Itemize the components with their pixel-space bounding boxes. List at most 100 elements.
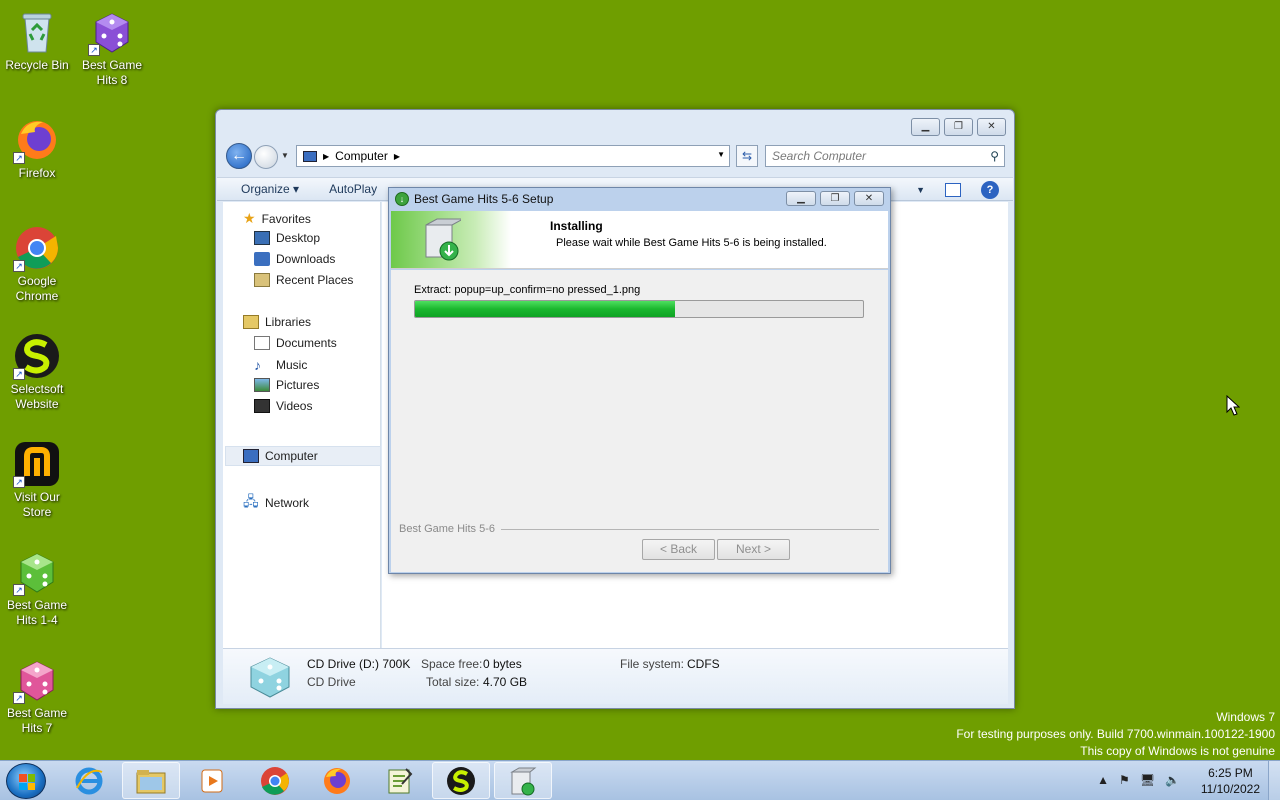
- setup-body: Extract: popup=up_confirm=no pressed_1.p…: [391, 270, 888, 572]
- taskbar-media-player[interactable]: [184, 762, 242, 799]
- nav-documents[interactable]: Documents: [254, 336, 337, 350]
- chrome-icon: [261, 766, 289, 795]
- firefox-icon: ↗: [13, 116, 61, 164]
- view-dropdown-icon[interactable]: ▼: [916, 185, 925, 195]
- videos-icon: [254, 399, 270, 413]
- space-free-label: Space free:: [421, 657, 483, 671]
- address-bar[interactable]: ▶ Computer ▶ ▼: [296, 145, 730, 167]
- search-icon: ⚲: [990, 149, 999, 163]
- breadcrumb-computer[interactable]: Computer: [335, 149, 388, 163]
- nav-music[interactable]: ♪ Music: [254, 357, 307, 373]
- desktop-icon-recycle-bin[interactable]: Recycle Bin: [0, 8, 74, 73]
- nav-downloads[interactable]: Downloads: [254, 252, 335, 266]
- taskbar-installer[interactable]: [494, 762, 552, 799]
- desktop-icon-google-chrome[interactable]: ↗ Google Chrome: [0, 224, 74, 304]
- desktop-icon-label: Best Game Hits 8: [81, 58, 143, 87]
- back-button[interactable]: < Back: [642, 539, 715, 560]
- show-hidden-icons-icon[interactable]: ▲: [1097, 773, 1109, 787]
- taskbar-notepad-app[interactable]: [370, 762, 428, 799]
- recent-pages-dropdown[interactable]: ▼: [281, 151, 289, 160]
- desktop-icon-label: Visit Our Store: [14, 490, 60, 519]
- nav-favorites[interactable]: ★ Favorites: [243, 210, 311, 227]
- desktop-icon-label: Firefox: [18, 166, 56, 180]
- search-placeholder: Search Computer: [772, 149, 867, 163]
- desktop-icon-label: Selectsoft Website: [10, 382, 64, 411]
- next-button[interactable]: Next >: [717, 539, 790, 560]
- folder-icon: [136, 769, 166, 793]
- network-status-icon[interactable]: 🖥: [1140, 773, 1155, 787]
- computer-icon: [243, 449, 259, 463]
- desktop-icon-visit-our-store[interactable]: ↗ Visit Our Store: [0, 440, 74, 520]
- setup-minimize-button[interactable]: ▁: [786, 191, 816, 206]
- desktop-icon-selectsoft-website[interactable]: ↗ Selectsoft Website: [0, 332, 74, 412]
- taskbar: ▲ ⚑ 🖥 🔈 6:25 PM 11/10/2022: [0, 760, 1280, 800]
- shortcut-arrow-icon: ↗: [13, 692, 25, 704]
- extract-status: Extract: popup=up_confirm=no pressed_1.p…: [414, 284, 641, 296]
- volume-icon[interactable]: 🔈: [1165, 773, 1180, 787]
- nav-computer[interactable]: Computer: [243, 449, 318, 463]
- setup-maximize-button[interactable]: ❐: [820, 191, 850, 206]
- address-dropdown-icon[interactable]: ▼: [717, 150, 725, 159]
- clock-date: 11/10/2022: [1200, 782, 1260, 796]
- file-system-value: CDFS: [687, 657, 720, 671]
- nav-network[interactable]: 🖧 Network: [243, 491, 309, 515]
- shortcut-arrow-icon: ↗: [13, 476, 25, 488]
- navigation-pane: ★ Favorites Desktop Downloads Recent Pla…: [223, 202, 381, 648]
- start-button[interactable]: [6, 763, 46, 799]
- progress-bar: [414, 300, 864, 318]
- minimize-button[interactable]: ▁: [911, 118, 940, 136]
- desktop-icon-best-game-hits-7[interactable]: ↗ Best Game Hits 7: [0, 656, 74, 736]
- nav-desktop[interactable]: Desktop: [254, 231, 320, 245]
- close-button[interactable]: ✕: [977, 118, 1006, 136]
- show-desktop-button[interactable]: [1268, 761, 1280, 800]
- nav-videos[interactable]: Videos: [254, 399, 312, 413]
- pictures-icon: [254, 378, 270, 392]
- setup-heading: Installing: [550, 219, 603, 233]
- windows-logo-icon: [19, 774, 35, 790]
- setup-app-icon: ↓: [395, 192, 409, 206]
- back-button[interactable]: ←: [226, 143, 252, 169]
- maximize-button[interactable]: ❐: [944, 118, 973, 136]
- desktop-icon-label: Google Chrome: [15, 274, 59, 303]
- setup-window-controls: ▁ ❐ ✕: [786, 191, 884, 206]
- refresh-button[interactable]: ⇆: [736, 145, 758, 167]
- breadcrumb-arrow-icon: ▶: [393, 151, 400, 161]
- watermark-line-2: For testing purposes only. Build 7700.wi…: [956, 727, 1275, 741]
- desktop-icon-firefox[interactable]: ↗ Firefox: [0, 116, 74, 181]
- system-tray: ▲ ⚑ 🖥 🔈: [1097, 773, 1180, 787]
- help-icon[interactable]: ?: [981, 181, 999, 199]
- drive-type: CD Drive: [307, 675, 356, 689]
- setup-close-button[interactable]: ✕: [854, 191, 884, 206]
- shortcut-arrow-icon: ↗: [13, 368, 25, 380]
- clock-time: 6:25 PM: [1208, 766, 1253, 780]
- shortcut-arrow-icon: ↗: [13, 584, 25, 596]
- autoplay-button[interactable]: AutoPlay: [329, 182, 377, 196]
- preview-pane-icon[interactable]: [945, 183, 961, 197]
- total-size-value: 4.70 GB: [483, 675, 528, 689]
- taskbar-internet-explorer[interactable]: [60, 762, 118, 799]
- taskbar-firefox[interactable]: [308, 762, 366, 799]
- nav-libraries[interactable]: Libraries: [243, 315, 311, 329]
- desktop-icon-label: Best Game Hits 1-4: [6, 598, 68, 627]
- window-controls: ▁ ❐ ✕: [911, 118, 1006, 136]
- search-input[interactable]: Search Computer ⚲: [765, 145, 1005, 167]
- installer-icon: [423, 217, 464, 263]
- taskbar-selectsoft[interactable]: [432, 762, 490, 799]
- breadcrumb-arrow-icon: ▶: [323, 151, 330, 161]
- action-center-flag-icon[interactable]: ⚑: [1119, 773, 1130, 787]
- organize-menu[interactable]: Organize ▾: [241, 182, 299, 196]
- drive-name: CD Drive (D:) 700K: [307, 657, 411, 671]
- setup-titlebar: ↓ Best Game Hits 5-6 Setup: [395, 192, 553, 206]
- brand-text: Best Game Hits 5-6: [399, 523, 495, 535]
- taskbar-explorer[interactable]: [122, 762, 180, 799]
- desktop-icon-best-game-hits-1-4[interactable]: ↗ Best Game Hits 1-4: [0, 548, 74, 628]
- clock[interactable]: 6:25 PM 11/10/2022: [1201, 765, 1260, 797]
- taskbar-chrome[interactable]: [246, 762, 304, 799]
- watermark-line-1: Windows 7: [1216, 710, 1275, 724]
- installer-icon: [510, 767, 537, 795]
- desktop-icon-best-game-hits-8[interactable]: ↗ Best Game Hits 8: [75, 8, 149, 88]
- nav-pictures[interactable]: Pictures: [254, 378, 319, 392]
- shortcut-arrow-icon: ↗: [13, 260, 25, 272]
- nav-recent-places[interactable]: Recent Places: [254, 273, 353, 287]
- forward-button[interactable]: [254, 145, 278, 169]
